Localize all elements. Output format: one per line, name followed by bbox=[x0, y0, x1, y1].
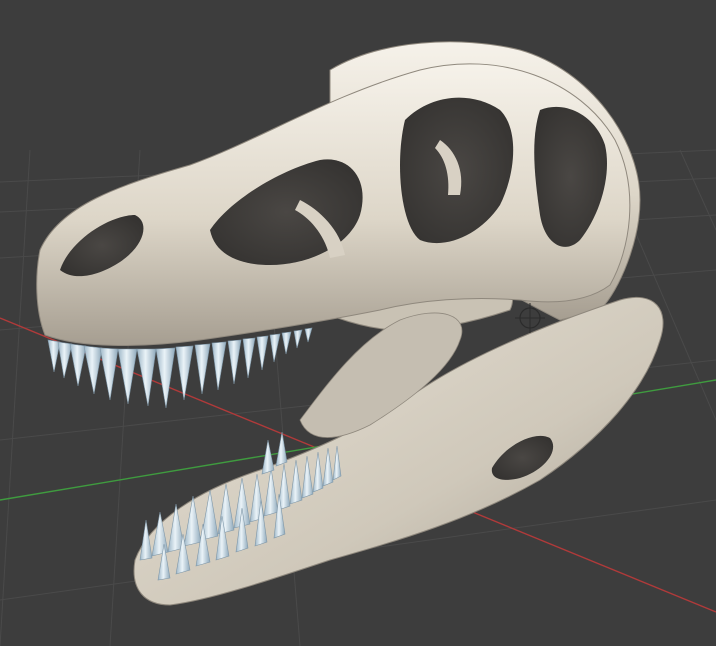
viewport-canvas[interactable] bbox=[0, 0, 716, 646]
3d-viewport[interactable] bbox=[0, 0, 716, 646]
